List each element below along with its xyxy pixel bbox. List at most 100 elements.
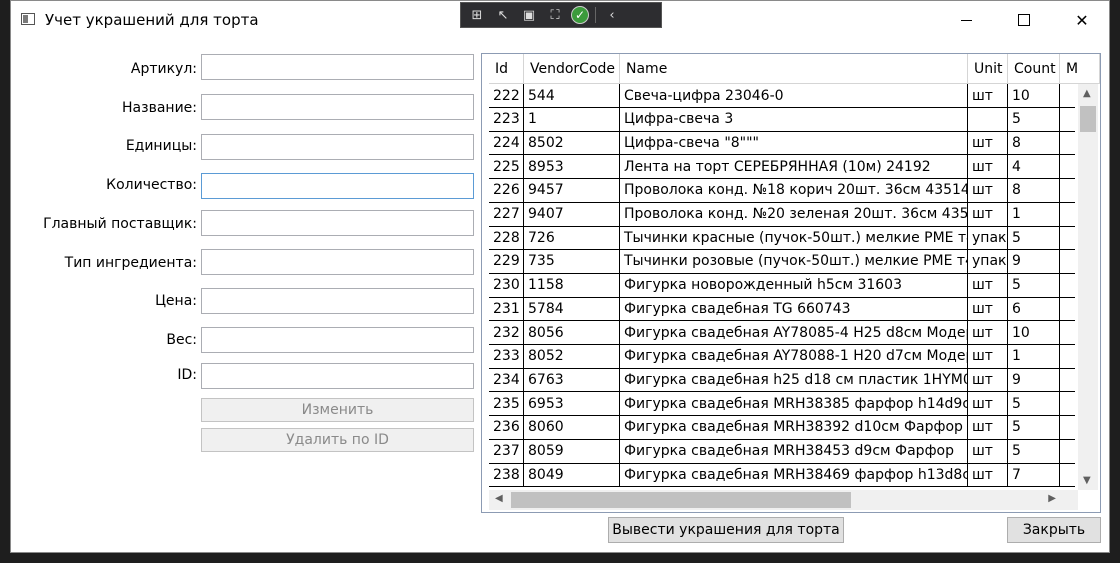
cell-vendorcode[interactable]: 9407: [524, 202, 620, 227]
cell-vendorcode[interactable]: 8049: [524, 463, 620, 488]
vertical-scroll-thumb[interactable]: [1080, 106, 1096, 132]
cell-name[interactable]: Лента на торт СЕРЕБРЯННАЯ (10м) 24192: [620, 155, 968, 180]
weight-input[interactable]: [201, 327, 474, 353]
cell-name[interactable]: Тычинки розовые (пучок-50шт.) мелкие PME…: [620, 249, 968, 274]
cell-m[interactable]: [1060, 226, 1075, 251]
cell-name[interactable]: Фигурка новорожденный h5см 31603: [620, 273, 968, 298]
cell-unit[interactable]: шт: [968, 178, 1008, 203]
cell-unit[interactable]: шт: [968, 131, 1008, 156]
cell-m[interactable]: [1060, 368, 1075, 393]
cell-id[interactable]: 224: [489, 131, 524, 156]
column-header-unit[interactable]: Unit: [968, 54, 1008, 84]
column-header-m[interactable]: M: [1060, 54, 1100, 84]
cell-m[interactable]: [1060, 131, 1075, 156]
cell-id[interactable]: 231: [489, 297, 524, 322]
select-element-icon[interactable]: ↖: [493, 5, 513, 25]
table-row[interactable]: 232 8056 Фигурка свадебная AY78085-4 H25 d…: [489, 321, 1075, 345]
cell-unit[interactable]: шт: [968, 155, 1008, 180]
cell-count[interactable]: 1: [1008, 344, 1060, 369]
cell-name[interactable]: Проволока конд. №18 корич 20шт. 36см 435…: [620, 178, 968, 203]
cell-name[interactable]: Цифра-свеча "8""": [620, 131, 968, 156]
column-header-count[interactable]: Count: [1008, 54, 1060, 84]
cell-id[interactable]: 227: [489, 202, 524, 227]
table-row[interactable]: 235 6953 Фигурка свадебная MRH38385 фарфор…: [489, 392, 1075, 417]
table-row[interactable]: 229 735 Тычинки розовые (пучок-50шт.) мелк…: [489, 249, 1075, 274]
table-row[interactable]: 231 5784 Фигурка свадебная TG 660743 шт 6: [489, 297, 1075, 322]
decorations-grid[interactable]: Id VendorCode Name Unit Count M 222 544 Св…: [481, 53, 1101, 513]
cell-count[interactable]: 9: [1008, 368, 1060, 393]
cell-vendorcode[interactable]: 8060: [524, 415, 620, 440]
cell-m[interactable]: [1060, 416, 1075, 440]
cell-vendorcode[interactable]: 6953: [524, 392, 620, 417]
cell-unit[interactable]: шт: [968, 321, 1008, 345]
horizontal-scrollbar[interactable]: ◀ ▶: [489, 490, 1078, 510]
cell-vendorcode[interactable]: 8052: [524, 344, 620, 369]
cell-unit[interactable]: шт: [968, 84, 1008, 108]
cell-count[interactable]: 10: [1008, 84, 1060, 108]
supplier-input[interactable]: [201, 210, 474, 236]
cell-vendorcode[interactable]: 9457: [524, 178, 620, 203]
cell-m[interactable]: [1060, 345, 1075, 369]
table-row[interactable]: 224 8502 Цифра-свеча "8""" шт 8: [489, 131, 1075, 156]
cell-unit[interactable]: шт: [968, 392, 1008, 417]
cell-m[interactable]: [1060, 297, 1075, 322]
cell-unit[interactable]: шт: [968, 344, 1008, 369]
cell-m[interactable]: [1060, 392, 1075, 417]
table-row[interactable]: 228 726 Тычинки красные (пучок-50шт.) мелк…: [489, 226, 1075, 251]
article-input[interactable]: [201, 54, 474, 80]
table-row[interactable]: 225 8953 Лента на торт СЕРЕБРЯННАЯ (10м) 2…: [489, 155, 1075, 180]
count-input[interactable]: [201, 173, 474, 199]
unit-input[interactable]: [201, 134, 474, 160]
cell-count[interactable]: 7: [1008, 463, 1060, 488]
cell-id[interactable]: 232: [489, 321, 524, 345]
cell-count[interactable]: 5: [1008, 392, 1060, 417]
cell-vendorcode[interactable]: 8056: [524, 321, 620, 345]
cell-id[interactable]: 238: [489, 463, 524, 488]
cell-name[interactable]: Фигурка свадебная AY78085-4 H25 d8см Мод…: [620, 321, 968, 345]
cell-unit[interactable]: шт: [968, 368, 1008, 393]
cell-id[interactable]: 235: [489, 392, 524, 417]
cell-count[interactable]: 5: [1008, 273, 1060, 298]
close-button[interactable]: Закрыть: [1007, 517, 1101, 543]
table-row[interactable]: 236 8060 Фигурка свадебная MRH38392 d10см …: [489, 415, 1075, 440]
vertical-scrollbar[interactable]: ▲ ▼: [1078, 84, 1098, 490]
cell-unit[interactable]: упак: [968, 249, 1008, 274]
table-row[interactable]: 226 9457 Проволока конд. №18 корич 20шт. 3…: [489, 178, 1075, 203]
cell-count[interactable]: 5: [1008, 107, 1060, 132]
ingredient-type-input[interactable]: [201, 249, 474, 275]
cell-name[interactable]: Фигурка свадебная TG 660743: [620, 297, 968, 322]
cell-unit[interactable]: шт: [968, 439, 1008, 464]
cell-unit[interactable]: шт: [968, 297, 1008, 322]
show-decorations-button[interactable]: Вывести украшения для торта: [608, 517, 844, 543]
horizontal-scroll-thumb[interactable]: [511, 492, 851, 508]
cell-vendorcode[interactable]: 735: [524, 249, 620, 274]
cell-id[interactable]: 237: [489, 439, 524, 464]
table-row[interactable]: 223 1 Цифра-свеча 3 5: [489, 107, 1075, 132]
cell-name[interactable]: Фигурка свадебная h25 d18 см пластик 1HY…: [620, 368, 968, 393]
table-row[interactable]: 238 8049 Фигурка свадебная MRH38469 фарфор…: [489, 463, 1075, 488]
display-layout-icon[interactable]: ▣: [519, 5, 539, 25]
edit-button[interactable]: Изменить: [201, 398, 474, 422]
cell-m[interactable]: [1060, 203, 1075, 227]
cell-vendorcode[interactable]: 6763: [524, 368, 620, 393]
table-row[interactable]: 230 1158 Фигурка новорожденный h5см 31603 ш…: [489, 273, 1075, 298]
table-row[interactable]: 233 8052 Фигурка свадебная AY78088-1 H20 d…: [489, 344, 1075, 369]
table-row[interactable]: 222 544 Свеча-цифра 23046-0 шт 10: [489, 84, 1075, 108]
cell-m[interactable]: [1060, 155, 1075, 180]
cell-name[interactable]: Фигурка свадебная MRH38453 d9см Фарфор: [620, 439, 968, 464]
close-window-button[interactable]: ✕: [1059, 5, 1105, 35]
cell-id[interactable]: 226: [489, 178, 524, 203]
cell-name[interactable]: Тычинки красные (пучок-50шт.) мелкие PME…: [620, 226, 968, 251]
cell-count[interactable]: 8: [1008, 131, 1060, 156]
cell-id[interactable]: 229: [489, 249, 524, 274]
cell-name[interactable]: Проволока конд. №20 зеленая 20шт. 36см 4…: [620, 202, 968, 227]
cell-id[interactable]: 222: [489, 84, 524, 108]
cell-id[interactable]: 236: [489, 415, 524, 440]
column-header-id[interactable]: Id: [489, 54, 524, 84]
cell-m[interactable]: [1060, 463, 1075, 488]
cell-unit[interactable]: упак: [968, 226, 1008, 251]
cell-unit[interactable]: шт: [968, 463, 1008, 488]
cell-vendorcode[interactable]: 5784: [524, 297, 620, 322]
price-input[interactable]: [201, 288, 474, 314]
name-input[interactable]: [201, 94, 474, 120]
